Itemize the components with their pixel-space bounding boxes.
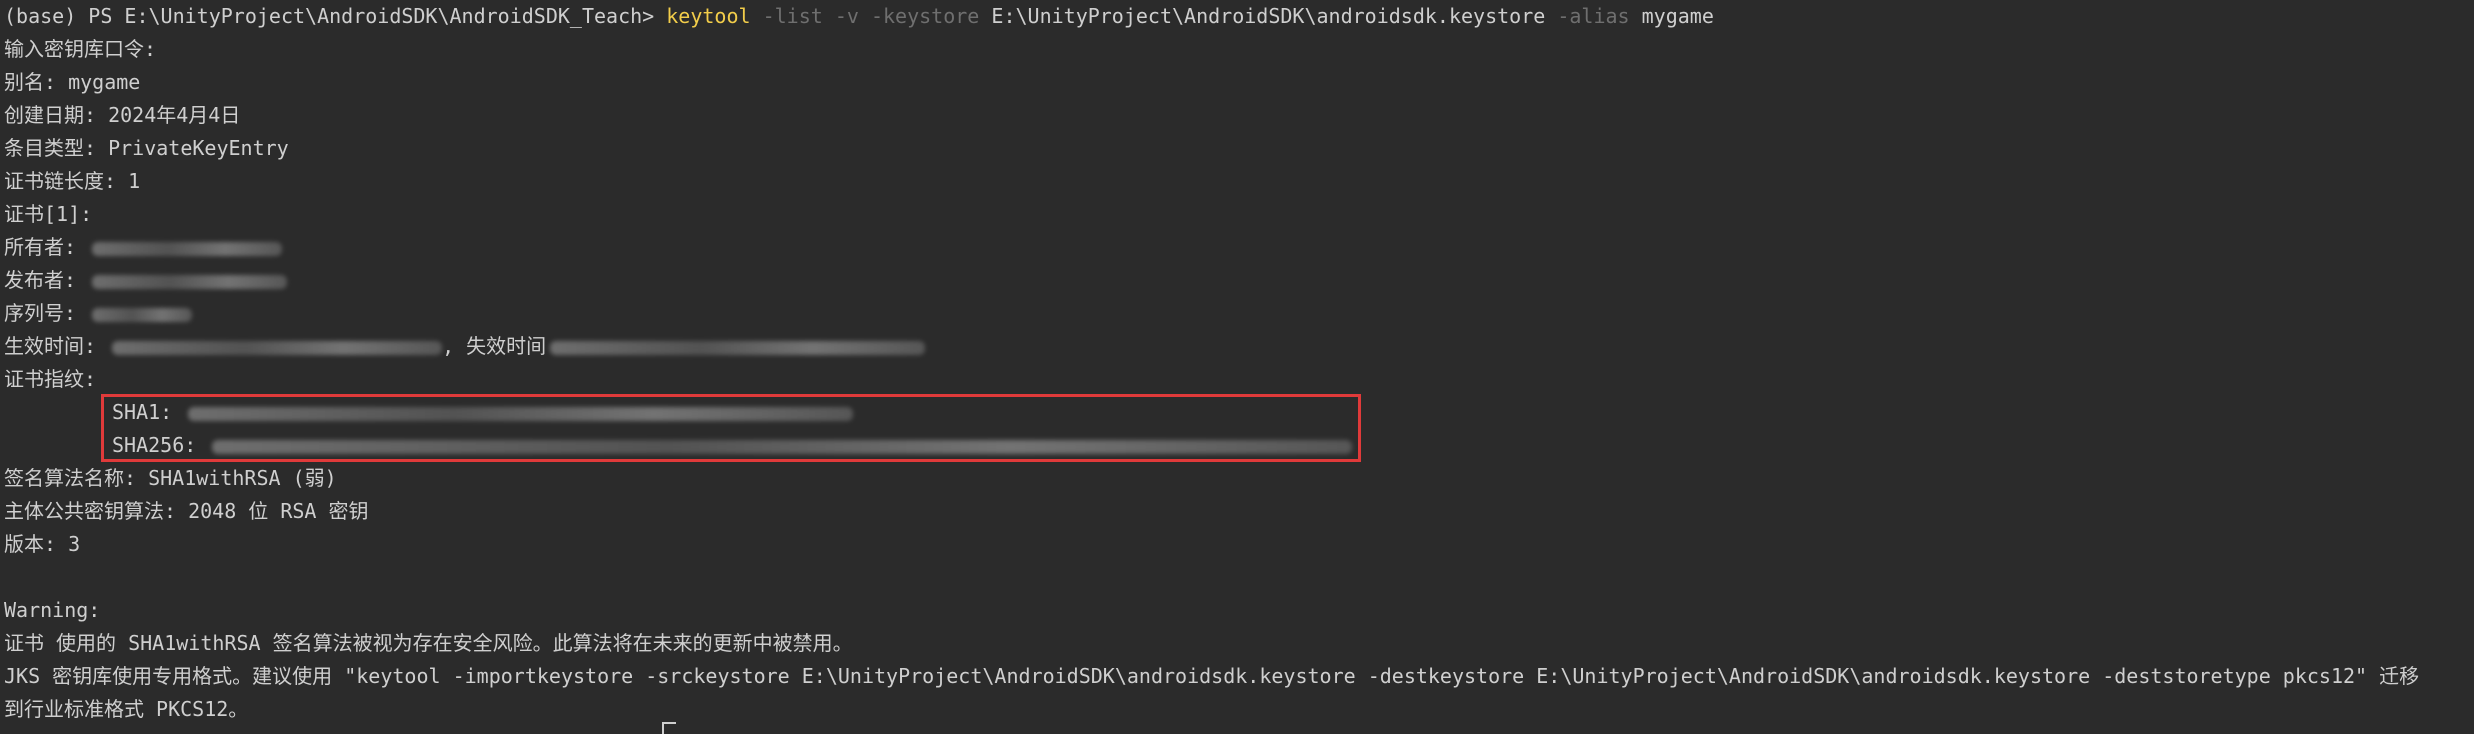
text-cursor-icon — [662, 722, 676, 734]
flag-keystore: -keystore — [858, 4, 980, 28]
warning-line-3: 到行业标准格式 PKCS12。 — [4, 697, 249, 721]
flag-alias: -alias — [1545, 4, 1630, 28]
valid-until-redacted — [550, 340, 926, 355]
flag-list: -list — [750, 4, 823, 28]
issuer-redacted — [92, 274, 288, 289]
alias-line: 别名: mygame — [4, 70, 141, 94]
created-line: 创建日期: 2024年4月4日 — [4, 103, 241, 127]
enter-password-line: 输入密钥库口令: — [4, 37, 157, 61]
valid-until-label: , 失效时间 — [442, 334, 547, 358]
warning-line-1: 证书 使用的 SHA1withRSA 签名算法被视为存在安全风险。此算法将在未来… — [4, 631, 853, 655]
issuer-label: 发布者: — [4, 268, 89, 292]
warning-line-2: JKS 密钥库使用专用格式。建议使用 "keytool -importkeyst… — [4, 664, 2420, 688]
owner-label: 所有者: — [4, 235, 89, 259]
terminal-window[interactable]: (base) PS E:\UnityProject\AndroidSDK\And… — [0, 0, 2474, 734]
serial-label: 序列号: — [4, 301, 89, 325]
owner-redacted — [92, 241, 283, 256]
command-name: keytool — [666, 4, 751, 28]
serial-line: 序列号: — [4, 297, 193, 330]
chain-length-line: 证书链长度: 1 — [4, 169, 141, 193]
cert-index-line: 证书[1]: — [4, 202, 93, 226]
warning-title: Warning: — [4, 598, 101, 622]
issuer-line: 发布者: — [4, 264, 288, 297]
valid-from-label: 生效时间: — [4, 334, 109, 358]
keystore-path: E:\UnityProject\AndroidSDK\androidsdk.ke… — [979, 4, 1546, 28]
command-line: (base) PS E:\UnityProject\AndroidSDK\And… — [4, 0, 1714, 33]
flag-verbose: -v — [822, 4, 859, 28]
owner-line: 所有者: — [4, 231, 283, 264]
fingerprint-highlight-box — [101, 394, 1361, 462]
serial-redacted — [92, 307, 193, 322]
prompt-prefix: (base) PS E:\UnityProject\AndroidSDK\And… — [4, 4, 667, 28]
pubkey-alg-line: 主体公共密钥算法: 2048 位 RSA 密钥 — [4, 499, 369, 523]
entry-type-line: 条目类型: PrivateKeyEntry — [4, 136, 289, 160]
sig-alg-line: 签名算法名称: SHA1withRSA (弱) — [4, 466, 337, 490]
fingerprints-line: 证书指纹: — [4, 367, 97, 391]
version-line: 版本: 3 — [4, 532, 81, 556]
validity-line: 生效时间: , 失效时间 — [4, 330, 926, 363]
alias-value: mygame — [1629, 4, 1714, 28]
valid-from-redacted — [112, 340, 443, 355]
